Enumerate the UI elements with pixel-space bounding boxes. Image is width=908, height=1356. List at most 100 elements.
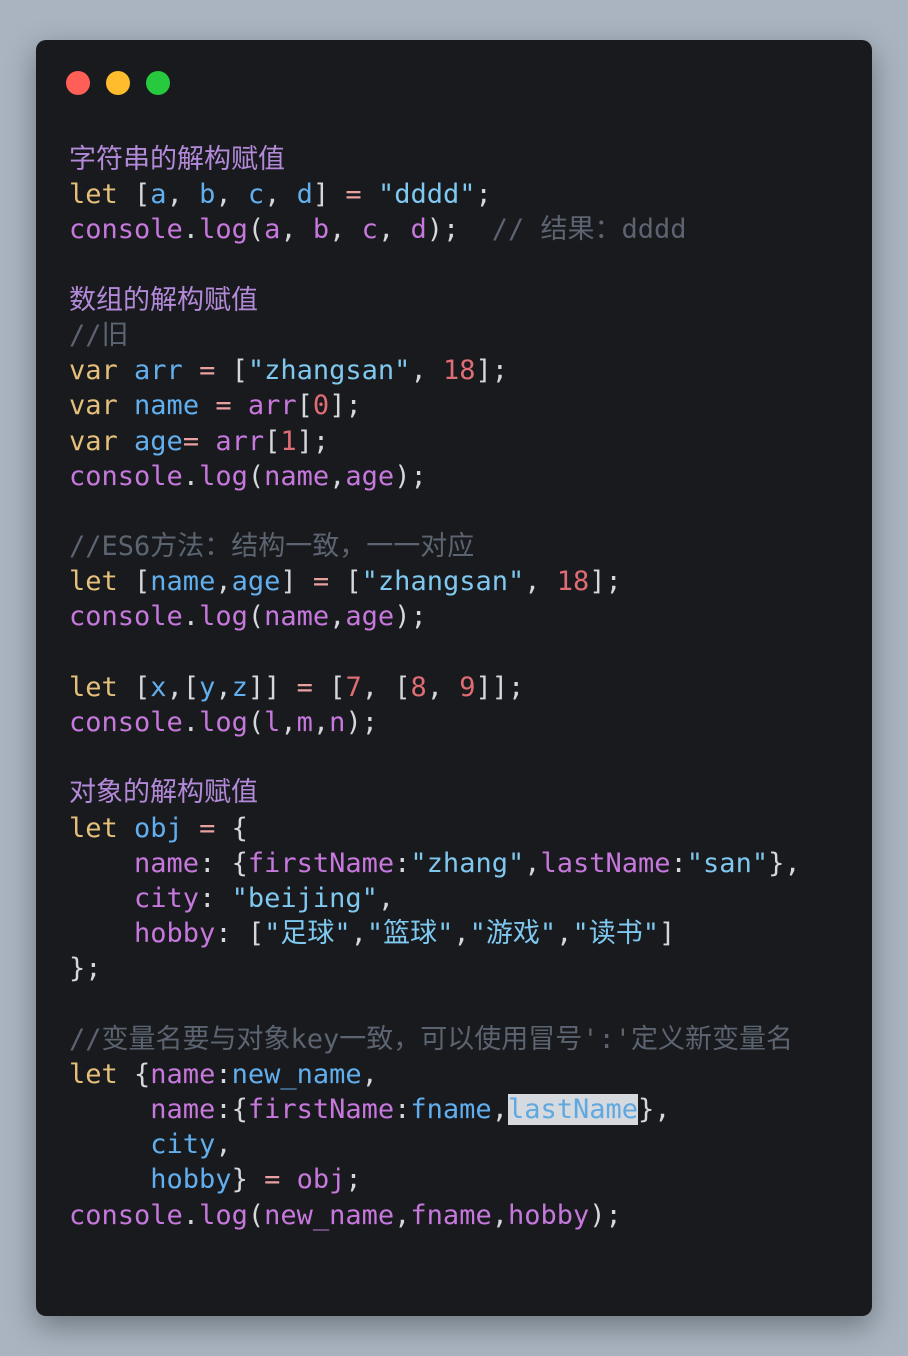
code-token: ; [345, 1164, 362, 1196]
code-line: console.log(new_name,fname,hobby); [69, 1198, 801, 1233]
code-token: name [134, 390, 200, 422]
code-line: hobby} = obj; [69, 1162, 801, 1197]
code-token: firstName [247, 1094, 395, 1126]
code-token: l [264, 707, 281, 738]
code-token: , [280, 707, 297, 738]
code-token: = [215, 390, 232, 422]
code-token: , [329, 601, 346, 633]
code-token: let [69, 1058, 118, 1090]
code-token: : [394, 1094, 411, 1126]
code-token: c [361, 214, 378, 246]
code-token: 9 [459, 671, 476, 703]
code-line: //旧 [69, 318, 801, 353]
code-token: = [199, 812, 216, 844]
code-token: log [199, 601, 248, 633]
code-token: d [410, 214, 427, 246]
code-token: . [182, 707, 200, 738]
code-token: : [394, 847, 411, 879]
code-token: { [215, 812, 248, 844]
close-button[interactable] [66, 71, 90, 95]
code-token: ]; [475, 355, 508, 387]
code-line: //变量名要与对象key一致，可以使用冒号':'定义新变量名 [69, 1022, 801, 1057]
code-token: , [410, 355, 443, 387]
code-token: ]; [296, 425, 330, 457]
code-line: //ES6方法：结构一致，一一对应 [69, 529, 801, 564]
code-token: var [69, 425, 118, 457]
code-token: age [345, 460, 395, 492]
code-token: ); [394, 460, 427, 492]
code-token: , [215, 179, 248, 211]
code-token: , [377, 882, 395, 914]
code-token: "zhangsan" [361, 566, 525, 598]
code-token: age [134, 425, 183, 457]
code-token: [ [117, 179, 151, 211]
code-token: name [134, 847, 200, 879]
code-token: n [329, 707, 346, 738]
code-token: [ [215, 355, 248, 387]
code-token: fname [410, 1094, 492, 1126]
code-token: 1 [280, 425, 297, 457]
code-token: let [69, 812, 118, 844]
code-token: , [312, 707, 330, 738]
code-token: ( [247, 601, 265, 633]
code-line: let [a, b, c, d] = "dddd"; [69, 177, 801, 212]
code-token: , [426, 671, 460, 703]
code-token: . [182, 214, 200, 246]
code-token: ); [426, 214, 492, 246]
code-token: var [69, 390, 118, 422]
code-token: "zhang" [410, 847, 525, 879]
code-token: : [ [215, 918, 265, 950]
code-token: 0 [312, 390, 330, 422]
code-token: ( [247, 460, 265, 492]
code-token: , [329, 460, 346, 492]
code-line: 对象的解构赋值 [69, 775, 801, 810]
code-token: name [150, 566, 216, 598]
code-token: 7 [345, 671, 362, 703]
code-token: "读书" [572, 918, 659, 950]
code-token: ]]; [475, 671, 525, 703]
code-token: , [215, 1129, 232, 1161]
code-token: { [117, 1058, 151, 1090]
code-token: console [69, 460, 183, 492]
code-token: new_name [231, 1058, 362, 1090]
code-token: 对象的解构赋值 [69, 777, 258, 809]
code-token: , [350, 918, 367, 950]
code-token: log [199, 1199, 248, 1231]
code-token: , [215, 671, 232, 703]
code-token: [ [296, 390, 313, 422]
code-token: , [377, 214, 411, 246]
code-token: ] [658, 918, 676, 950]
code-block[interactable]: 字符串的解构赋值 let [a, b, c, d] = "dddd"; consol… [69, 142, 801, 1233]
code-line: console.log(name,age); [69, 599, 801, 634]
code-token: } [231, 1164, 265, 1196]
code-token: age [345, 601, 395, 633]
code-token: console [69, 601, 183, 633]
minimize-button[interactable] [106, 71, 130, 95]
code-token: obj [296, 1164, 346, 1196]
code-token: ; [475, 179, 492, 211]
maximize-button[interactable] [146, 71, 170, 95]
code-line: hobby: ["足球","篮球","游戏","读书"] [69, 916, 801, 951]
code-token: 18 [556, 566, 590, 598]
code-token: , [556, 918, 573, 950]
code-token: 字符串的解构赋值 [69, 144, 285, 175]
code-token: log [199, 214, 248, 246]
code-token: , [524, 847, 541, 879]
code-token: 数组的解构赋值 [69, 284, 258, 316]
code-token: , [215, 566, 232, 598]
code-line: console.log(l,m,n); [69, 705, 801, 740]
code-token: name [264, 601, 330, 633]
code-token: [ [264, 425, 281, 457]
